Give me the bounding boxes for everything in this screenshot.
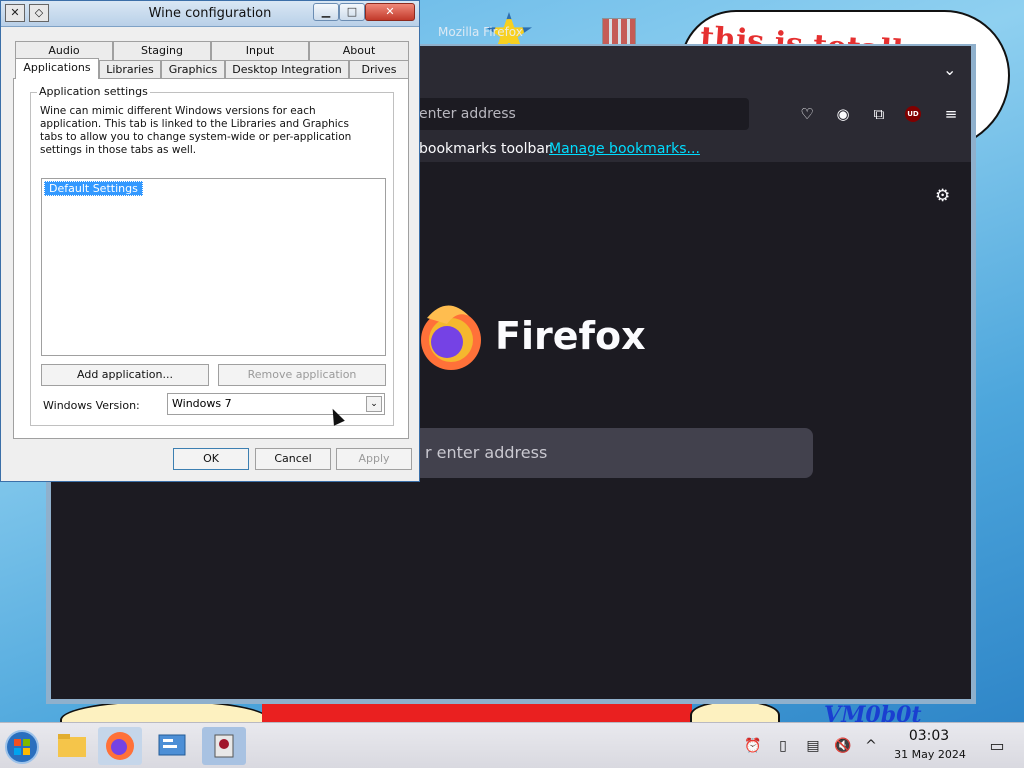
taskbar: ⏰ ▯ ▤ 🔇 ^ 03:03 31 May 2024 ▭ [0,722,1024,768]
settings-app-icon [158,734,186,756]
clock-date[interactable]: 31 May 2024 [888,748,972,761]
title-bar[interactable]: ✕ ◇ Wine configuration ▁ □ ✕ [1,1,419,27]
chevron-down-icon[interactable]: ⌄ [943,60,956,79]
storage-icon[interactable]: ▤ [804,737,822,755]
group-title: Application settings [37,85,150,98]
desktop-faded-title: Mozilla Firefox [438,25,523,39]
application-list[interactable]: Default Settings [41,178,386,356]
tab-staging[interactable]: Staging [113,41,211,60]
desktop-bottom-text: VM0b0t [824,702,922,722]
application-settings-group: Application settings Wine can mimic diff… [30,85,394,426]
extensions-icon[interactable]: ⧉ [869,104,889,124]
clipboard-icon[interactable]: ▯ [774,737,792,755]
chevron-up-icon[interactable]: ^ [862,737,880,755]
ublock-icon[interactable]: UD [905,106,921,122]
minimize-icon[interactable]: ▁ [313,3,339,21]
desktop-background: this is totally Mozilla Firefox VM0b0t ⌄… [0,0,1024,722]
system-settings-task[interactable] [150,727,194,765]
folder-icon [58,734,86,757]
file-manager-task[interactable] [50,727,94,765]
manage-bookmarks-link[interactable]: Manage bookmarks... [549,136,700,162]
chevron-down-icon[interactable]: ⌄ [366,396,382,412]
clock-time[interactable]: 03:03 [904,728,954,744]
bookmarks-message: bookmarks toolbar. [419,141,554,157]
tab-about[interactable]: About [309,41,409,60]
volume-muted-icon[interactable]: 🔇 [834,737,852,755]
list-item[interactable]: Default Settings [44,181,143,196]
wine-icon [214,734,234,758]
firefox-task[interactable] [98,727,142,765]
account-icon[interactable]: ◉ [833,104,853,124]
windows-version-label: Windows Version: [43,399,140,412]
cancel-button[interactable]: Cancel [255,448,331,470]
tab-graphics[interactable]: Graphics [161,60,225,79]
tab-input[interactable]: Input [211,41,309,60]
wine-config-window[interactable]: ✕ ◇ Wine configuration ▁ □ ✕ Audio Stagi… [0,0,420,482]
apply-button[interactable]: Apply [336,448,412,470]
url-bar[interactable]: enter address [411,98,749,130]
tab-desktop-integration[interactable]: Desktop Integration [225,60,349,79]
start-menu-icon[interactable] [4,729,40,765]
notifications-icon[interactable]: ⏰ [744,737,762,755]
show-desktop-icon[interactable]: ▭ [988,737,1006,755]
pocket-icon[interactable]: ♡ [797,104,817,124]
windows-version-select[interactable]: Windows 7 ⌄ [167,393,385,415]
windows-version-value: Windows 7 [172,397,232,410]
ok-button[interactable]: OK [173,448,249,470]
maximize-icon[interactable]: □ [339,3,365,21]
firefox-icon [106,732,134,760]
remove-application-button[interactable]: Remove application [218,364,386,386]
wine-config-task[interactable] [202,727,246,765]
gear-icon[interactable]: ⚙ [935,186,950,206]
newtab-search-box[interactable]: r enter address [413,428,813,478]
group-description: Wine can mimic different Windows version… [40,105,352,156]
add-application-button[interactable]: Add application... [41,364,209,386]
firefox-logo-icon [421,305,481,370]
menu-icon[interactable]: ≡ [941,104,961,124]
tab-panel-applications: Application settings Wine can mimic diff… [13,78,409,439]
tab-applications[interactable]: Applications [15,58,99,79]
close-icon[interactable]: ✕ [365,3,415,21]
tab-libraries[interactable]: Libraries [99,60,161,79]
firefox-wordmark: Firefox [495,314,646,358]
tab-drives[interactable]: Drives [349,60,409,79]
